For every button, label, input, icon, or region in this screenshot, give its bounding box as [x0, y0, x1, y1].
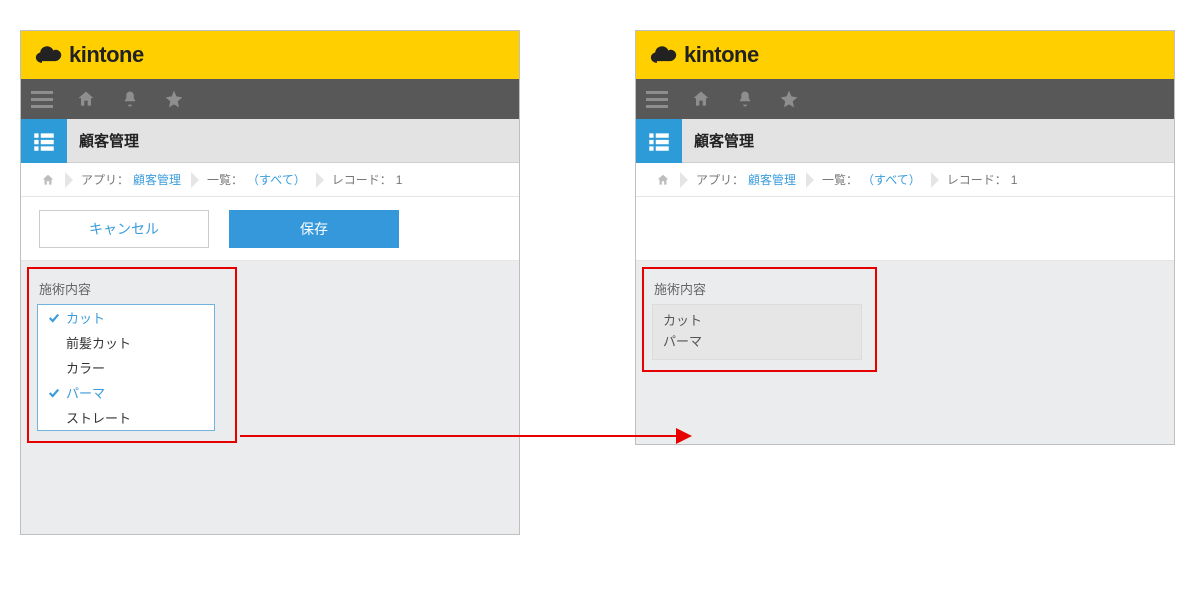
field-label: 施術内容: [652, 269, 867, 304]
nav-bar: [21, 79, 519, 119]
multisel-option[interactable]: 前髪カット: [38, 330, 214, 355]
app-icon: [636, 119, 682, 163]
breadcrumb-record: レコード：1: [322, 171, 413, 188]
field-value-display: カットパーマ: [652, 304, 862, 360]
multisel-option[interactable]: ストレート: [38, 405, 214, 430]
menu-icon[interactable]: [31, 88, 53, 110]
multisel-option[interactable]: カット: [38, 305, 214, 330]
nav-bar: [636, 79, 1174, 119]
field-value-line: パーマ: [663, 332, 851, 353]
brand-bar: kintone: [636, 31, 1174, 79]
breadcrumb: アプリ：顧客管理 一覧：（すべて） レコード：1: [21, 163, 519, 197]
menu-icon[interactable]: [646, 88, 668, 110]
bell-icon[interactable]: [119, 88, 141, 110]
kintone-logo-icon: [35, 45, 63, 65]
breadcrumb-home-icon[interactable]: [646, 173, 680, 187]
app-title: 顧客管理: [694, 130, 754, 151]
spacer: [636, 197, 1174, 261]
breadcrumb-record: レコード：1: [937, 171, 1028, 188]
field-label: 施術内容: [37, 269, 227, 304]
app-title-bar: 顧客管理: [636, 119, 1174, 163]
transition-arrow: [240, 435, 680, 437]
star-icon[interactable]: [163, 88, 185, 110]
brand-name: kintone: [69, 42, 144, 68]
kintone-logo-icon: [650, 45, 678, 65]
breadcrumb-app[interactable]: アプリ：顧客管理: [71, 171, 191, 188]
bell-icon[interactable]: [734, 88, 756, 110]
app-title: 顧客管理: [79, 130, 139, 151]
field-value-line: カット: [663, 311, 851, 332]
save-button[interactable]: 保存: [229, 210, 399, 248]
transition-arrow-head: [676, 428, 692, 444]
star-icon[interactable]: [778, 88, 800, 110]
highlight-box: 施術内容 カット前髪カットカラーパーマストレート: [27, 267, 237, 443]
highlight-box: 施術内容 カットパーマ: [642, 267, 877, 372]
brand-name: kintone: [684, 42, 759, 68]
action-buttons-row: キャンセル 保存: [21, 197, 519, 261]
multisel-option[interactable]: カラー: [38, 355, 214, 380]
breadcrumb-list[interactable]: 一覧：（すべて）: [197, 171, 316, 188]
cancel-button[interactable]: キャンセル: [39, 210, 209, 248]
multi-select-field[interactable]: カット前髪カットカラーパーマストレート: [37, 304, 215, 431]
home-icon[interactable]: [75, 88, 97, 110]
home-icon[interactable]: [690, 88, 712, 110]
content-area: 施術内容 カット前髪カットカラーパーマストレート: [21, 261, 519, 534]
breadcrumb-app[interactable]: アプリ：顧客管理: [686, 171, 806, 188]
view-mode-panel: kintone 顧客管理 アプリ：顧客管理 一覧：（すべて） レコード：1 施術…: [635, 30, 1175, 445]
breadcrumb-list[interactable]: 一覧：（すべて）: [812, 171, 931, 188]
app-icon: [21, 119, 67, 163]
content-area: 施術内容 カットパーマ: [636, 261, 1174, 444]
brand-bar: kintone: [21, 31, 519, 79]
breadcrumb-home-icon[interactable]: [31, 173, 65, 187]
edit-mode-panel: kintone 顧客管理 アプリ：顧客管理 一覧：（すべて） レコード：1 キャ…: [20, 30, 520, 535]
multisel-option[interactable]: パーマ: [38, 380, 214, 405]
app-title-bar: 顧客管理: [21, 119, 519, 163]
breadcrumb: アプリ：顧客管理 一覧：（すべて） レコード：1: [636, 163, 1174, 197]
